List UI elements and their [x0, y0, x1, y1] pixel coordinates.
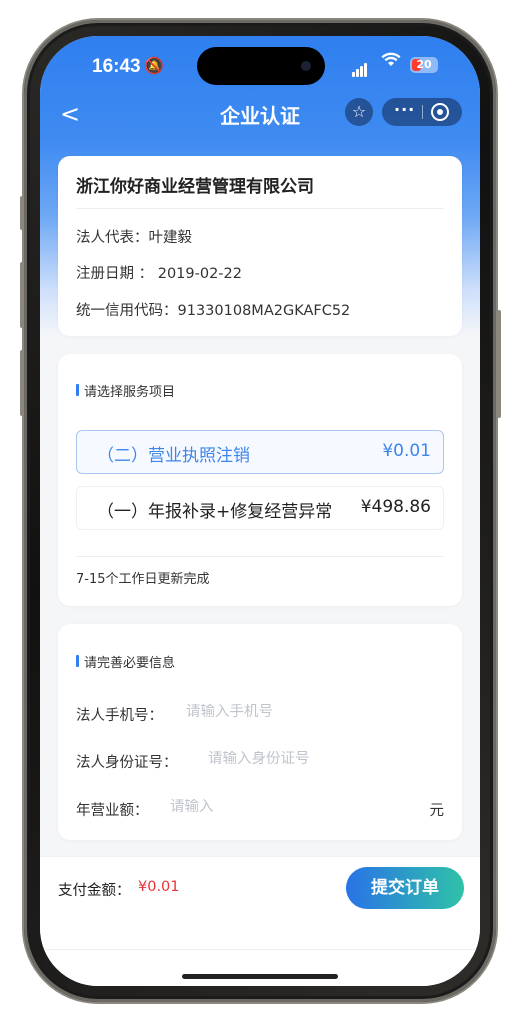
divider [76, 556, 444, 557]
camera-icon [301, 61, 311, 71]
id-number-input[interactable] [208, 751, 428, 767]
pay-amount-label: 支付金额： [58, 883, 131, 899]
credit-code: 统一信用代码：91330108MA2GKAFC52 [76, 303, 351, 319]
volume-up-button [20, 262, 24, 328]
registration-date: 注册日期 ： 2019-02-22 [76, 266, 242, 282]
id-number-label: 法人身份证号： [76, 755, 178, 771]
battery-percent: 20 [416, 58, 432, 71]
status-bar: 16:43 🔕 20 [40, 36, 480, 90]
screen: 16:43 🔕 20 < 企业认证 ☆ ··· 浙江你好商业经营管理有限公司 法… [40, 36, 480, 986]
section-accent-bar [76, 384, 79, 396]
mute-bell-icon: 🔕 [144, 56, 164, 75]
revenue-input[interactable] [170, 799, 390, 815]
checkout-bar: 支付金额： ¥0.01 提交订单 [40, 856, 480, 986]
legal-rep: 法人代表：叶建毅 [76, 230, 192, 246]
service-item-price: ¥0.01 [382, 441, 431, 461]
battery-icon: 20 [410, 57, 438, 73]
phone-label: 法人手机号： [76, 708, 163, 724]
wifi-icon [381, 52, 401, 73]
divider [40, 949, 480, 950]
revenue-unit: 元 [429, 803, 445, 819]
home-indicator[interactable] [182, 974, 338, 979]
capsule-divider [422, 105, 423, 119]
cellular-signal-icon [352, 58, 368, 77]
phone-input[interactable] [186, 704, 426, 720]
form-section-title: 请完善必要信息 [84, 656, 176, 671]
service-item[interactable]: （一）年报补录+修复经营异常 ¥498.86 [76, 486, 444, 530]
service-item-name: （二）营业执照注销 [97, 446, 250, 466]
pay-amount-value: ¥0.01 [138, 879, 180, 895]
mute-switch [20, 196, 24, 230]
status-time: 16:43 [92, 56, 141, 77]
volume-down-button [20, 350, 24, 416]
nav-bar: < 企业认证 ☆ ··· [40, 94, 480, 138]
service-item-name: （一）年报补录+修复经营异常 [97, 502, 333, 522]
service-card: 请选择服务项目 （二）营业执照注销 ¥0.01 （一）年报补录+修复经营异常 ¥… [58, 354, 462, 606]
revenue-label: 年营业额： [76, 803, 149, 819]
dynamic-island [197, 47, 325, 85]
required-info-card: 请完善必要信息 法人手机号： 法人身份证号： 年营业额： 元 [58, 624, 462, 840]
service-item-selected[interactable]: （二）营业执照注销 ¥0.01 [76, 430, 444, 474]
company-name: 浙江你好商业经营管理有限公司 [76, 177, 314, 197]
service-section-title: 请选择服务项目 [84, 385, 176, 400]
favorite-star-icon[interactable]: ☆ [345, 98, 373, 126]
section-accent-bar [76, 655, 79, 667]
more-menu-button[interactable]: ··· [394, 100, 415, 119]
miniprogram-capsule: ··· [382, 98, 462, 126]
company-info-card: 浙江你好商业经营管理有限公司 法人代表：叶建毅 注册日期 ： 2019-02-2… [58, 156, 462, 336]
divider [76, 208, 444, 209]
processing-time-note: 7-15个工作日更新完成 [76, 572, 210, 587]
service-item-price: ¥498.86 [360, 497, 431, 517]
close-miniprogram-icon[interactable] [431, 103, 449, 121]
power-button [497, 310, 501, 418]
submit-order-button[interactable]: 提交订单 [346, 867, 464, 909]
